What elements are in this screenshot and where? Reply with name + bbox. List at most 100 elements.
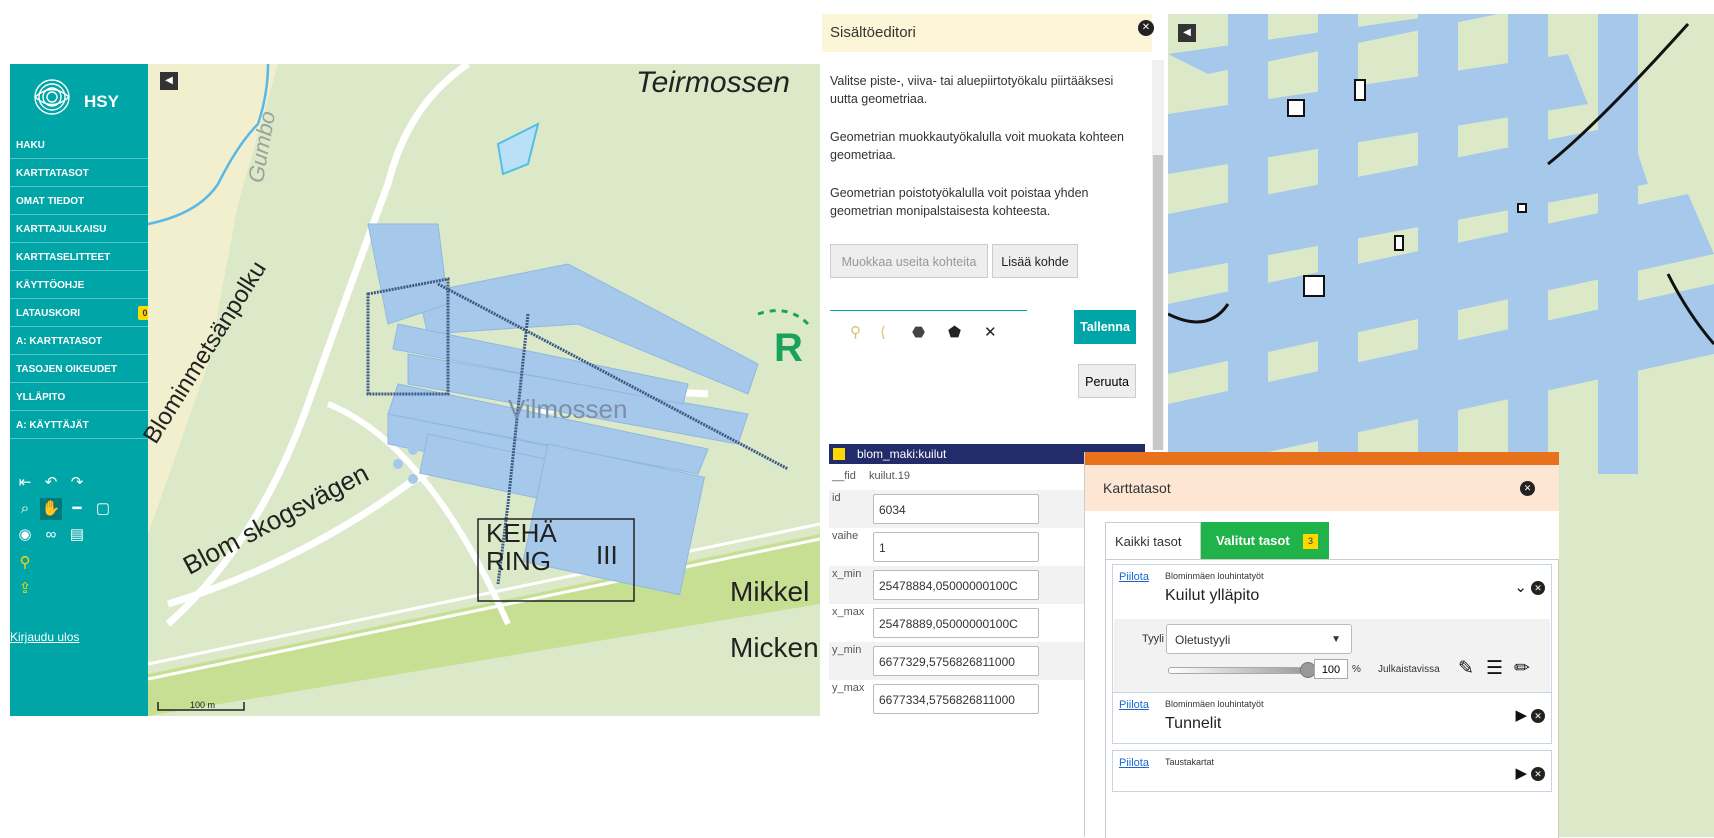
map-layers-panel: Karttatasot ✕ Kaikki tasot Valitut tasot… xyxy=(1084,452,1559,838)
left-map[interactable]: ◀ Teirmossen Gumbo Blominmetsänpolku Blo… xyxy=(138,64,820,716)
scrollbar-thumb[interactable] xyxy=(1153,155,1163,450)
nav-label: A: KARTTATASOT xyxy=(16,336,103,347)
remove-layer-icon[interactable]: ✕ xyxy=(1531,709,1545,724)
link-icon[interactable]: ∞ xyxy=(40,524,62,546)
nav-karttaselitteet[interactable]: KARTTASELITTEET xyxy=(10,244,148,271)
field-label: x_min xyxy=(832,568,862,580)
close-icon[interactable]: ✕ xyxy=(1138,20,1154,36)
y-min-field[interactable]: 6677329,5756826811000 xyxy=(873,646,1039,676)
nav-a-kayttajat[interactable]: A: KÄYTTÄJÄT xyxy=(10,412,148,439)
map-label: Micken xyxy=(730,632,819,663)
layer-organization: Blominmäen louhintatyöt xyxy=(1165,571,1264,581)
print-icon[interactable]: ▤ xyxy=(66,524,88,546)
nav-label: KARTTATASOT xyxy=(16,168,89,179)
collapse-sidebar-button[interactable]: ◀ xyxy=(160,72,178,90)
layer-item: Piilota Blominmäen louhintatyöt Tunnelit… xyxy=(1112,692,1552,744)
field-label: id xyxy=(832,492,841,504)
nav-yllapito[interactable]: YLLÄPITO xyxy=(10,384,148,411)
style-select[interactable]: Oletustyyli ▼ xyxy=(1166,624,1352,654)
dropdown-arrow-icon: ▼ xyxy=(1331,634,1341,645)
style-value: Oletustyyli xyxy=(1175,633,1231,647)
opacity-unit: % xyxy=(1352,664,1361,675)
draw-line-icon[interactable]: ⟨ xyxy=(880,323,886,341)
left-map-app: HSY HAKU KARTTATASOT OMAT TIEDOT KARTTAJ… xyxy=(10,64,820,716)
add-feature-button[interactable]: Lisää kohde xyxy=(992,244,1078,278)
map-label: Mikkel xyxy=(730,576,810,607)
nav-omat-tiedot[interactable]: OMAT TIEDOT xyxy=(10,188,148,215)
undo-icon[interactable]: ↶ xyxy=(40,472,62,494)
x-min-field[interactable]: 25478884,05000000100C xyxy=(873,570,1039,600)
chevron-right-icon[interactable]: ▶ xyxy=(1515,707,1527,724)
delete-geometry-icon[interactable]: ✕ xyxy=(984,323,997,341)
map-label: RING xyxy=(486,546,551,576)
camera-icon[interactable]: ◉ xyxy=(14,524,36,546)
map-label: III xyxy=(596,540,618,570)
cancel-button[interactable]: Peruuta xyxy=(1078,364,1136,398)
draw-area-icon[interactable]: ⬣ xyxy=(912,323,925,341)
edit-many-button[interactable]: Muokkaa useita kohteita xyxy=(830,244,988,278)
nav-haku[interactable]: HAKU xyxy=(10,132,148,159)
save-button[interactable]: Tallenna xyxy=(1074,310,1136,344)
editor-scrollbar[interactable] xyxy=(1152,60,1164,450)
nav-label: A: KÄYTTÄJÄT xyxy=(16,420,89,431)
pencil-icon[interactable]: ✏ xyxy=(1514,657,1530,680)
nav-karttatasot[interactable]: KARTTATASOT xyxy=(10,160,148,187)
layers-header: Karttatasot ✕ xyxy=(1085,465,1559,511)
x-max-field[interactable]: 25478889,05000000100C xyxy=(873,608,1039,638)
vaihe-field[interactable]: 1 xyxy=(873,532,1039,562)
close-icon[interactable]: ✕ xyxy=(1520,481,1535,496)
layer-controls: ▶ ✕ xyxy=(1515,706,1545,724)
editor-help-delete: Geometrian poistotyökalulla voit poistaa… xyxy=(830,186,1089,218)
layer-name: Tunnelit xyxy=(1165,715,1222,732)
collapse-panel-button[interactable]: ◀ xyxy=(1178,24,1196,42)
remove-layer-icon[interactable]: ✕ xyxy=(1531,581,1545,596)
nav-label: KARTTAJULKAISU xyxy=(16,224,107,235)
hide-layer-link[interactable]: Piilota xyxy=(1119,699,1149,711)
sidebar: HSY HAKU KARTTATASOT OMAT TIEDOT KARTTAJ… xyxy=(10,64,152,716)
nav-label: KARTTASELITTEET xyxy=(16,252,111,263)
map-label: R xyxy=(774,326,803,370)
layers-title: Karttatasot xyxy=(1103,480,1171,496)
opacity-slider[interactable] xyxy=(1168,667,1310,674)
published-label: Julkaistavissa xyxy=(1378,664,1440,675)
editor-title: Sisältöeditori xyxy=(830,24,916,41)
hide-layer-link[interactable]: Piilota xyxy=(1119,757,1149,769)
move-back-icon[interactable]: ⇤ xyxy=(14,472,36,494)
chevron-right-icon[interactable]: ▶ xyxy=(1515,765,1527,782)
nav-latauskori[interactable]: LATAUSKORI 0 xyxy=(10,300,152,327)
opacity-input[interactable]: 100 xyxy=(1314,659,1348,679)
select-geometry-icon[interactable]: ⬟ xyxy=(948,323,961,341)
map-label: Vilmossen xyxy=(508,394,628,424)
draw-point-icon[interactable]: ⚲ xyxy=(850,323,861,341)
measure-line-icon[interactable]: ━ xyxy=(66,498,88,520)
tab-label: Valitut tasot xyxy=(1216,533,1290,548)
nav-karttajulkaisu[interactable]: KARTTAJULKAISU xyxy=(10,216,148,243)
pan-hand-icon[interactable]: ✋ xyxy=(40,498,62,520)
layer-item: Piilota Taustakartat ▶ ✕ xyxy=(1112,750,1552,792)
hide-layer-link[interactable]: Piilota xyxy=(1119,571,1149,583)
logout-link[interactable]: Kirjaudu ulos xyxy=(10,630,79,644)
nav-tasojen-oikeudet[interactable]: TASOJEN OIKEUDET xyxy=(10,356,148,383)
redo-icon[interactable]: ↷ xyxy=(66,472,88,494)
feature-layer-name: blom_maki:kuilut xyxy=(857,447,947,461)
layer-icon xyxy=(833,448,845,460)
brand-text: HSY xyxy=(84,92,119,111)
list-icon[interactable]: ☰ xyxy=(1486,657,1503,680)
field-label: vaihe xyxy=(832,530,859,542)
chevron-down-icon[interactable]: ⌄ xyxy=(1514,579,1527,596)
eyedropper-icon[interactable]: ✎ xyxy=(1458,657,1474,680)
remove-layer-icon[interactable]: ✕ xyxy=(1531,767,1545,782)
tab-selected-layers[interactable]: Valitut tasot 3 xyxy=(1201,522,1329,560)
y-max-field[interactable]: 6677334,5756826811000 xyxy=(873,684,1039,714)
id-field[interactable]: 6034 xyxy=(873,494,1039,524)
upload-icon[interactable]: ⇪ xyxy=(14,578,36,600)
zoom-box-icon[interactable]: ⌕ xyxy=(14,498,36,520)
nav-label: LATAUSKORI xyxy=(16,308,81,319)
marker-icon[interactable]: ⚲ xyxy=(14,552,36,574)
tab-all-layers[interactable]: Kaikki tasot xyxy=(1105,522,1201,560)
fid-value: kuilut.19 xyxy=(869,470,910,482)
fid-label: __fid xyxy=(832,470,856,482)
measure-area-icon[interactable]: ▢ xyxy=(92,498,114,520)
nav-a-karttatasot[interactable]: A: KARTTATASOT xyxy=(10,328,148,355)
nav-kayttoohje[interactable]: KÄYTTÖOHJE xyxy=(10,272,148,299)
